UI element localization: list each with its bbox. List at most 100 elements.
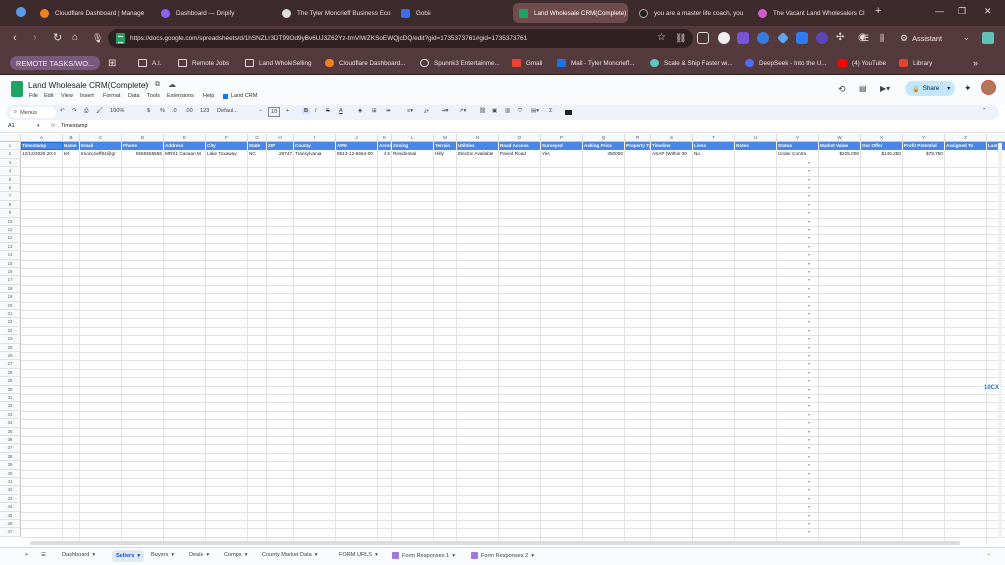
status-dropdown-icon[interactable]: ▾ (808, 513, 812, 518)
undo-icon[interactable]: ↶ (60, 108, 65, 114)
italic-button[interactable]: I (315, 108, 317, 114)
data-cell[interactable] (625, 150, 651, 159)
rotate-icon[interactable]: ↗▾ (459, 108, 467, 114)
column-header[interactable]: A (21, 134, 63, 142)
gemini-icon[interactable]: ✦ (964, 83, 972, 94)
data-cell[interactable]: Lake Toxaway (206, 150, 248, 159)
font-size-increase[interactable]: + (286, 108, 289, 114)
status-dropdown-icon[interactable]: ▾ (808, 361, 812, 366)
data-cell[interactable]: Residential (392, 150, 434, 159)
history-icon[interactable]: ⟲ (838, 84, 846, 95)
data-cell[interactable] (987, 150, 1005, 158)
column-header[interactable]: Q (583, 134, 625, 142)
header-cell[interactable]: Name (63, 142, 80, 151)
column-header[interactable]: L (392, 134, 434, 142)
column-header[interactable]: K (378, 134, 392, 142)
column-header[interactable]: H (267, 134, 294, 142)
status-dropdown-icon[interactable]: ▾ (808, 521, 812, 526)
status-dropdown-icon[interactable]: ▾ (808, 504, 812, 509)
name-box[interactable]: A1 (8, 123, 15, 129)
status-dropdown-icon[interactable]: ▾ (808, 403, 812, 408)
filter-views-icon[interactable]: ▤▾ (531, 108, 539, 114)
chevron-down-icon[interactable]: ⌄ (963, 32, 970, 44)
data-cell[interactable]: tet (63, 150, 80, 159)
link-icon[interactable]: ⛓ (479, 108, 486, 114)
status-dropdown-icon[interactable]: ▾ (808, 353, 812, 358)
status-dropdown-icon[interactable]: ▾ (808, 462, 812, 467)
sheet-tab[interactable]: Deals ▾ (189, 552, 209, 558)
side-badge[interactable]: 10CX (983, 384, 1001, 392)
paint-format-icon[interactable]: 🖌 (96, 108, 103, 114)
assistant-button[interactable]: ⚙ Assistant (900, 33, 942, 44)
status-dropdown-icon[interactable]: ▾ (808, 429, 812, 434)
extension-icon[interactable] (697, 32, 709, 44)
meet-icon[interactable]: ▶▾ (880, 84, 890, 93)
row-number[interactable]: 20 (0, 301, 21, 310)
reload-icon[interactable]: ↻ (53, 32, 62, 44)
browser-menu-icon[interactable] (16, 7, 26, 17)
align-icon[interactable]: ≡▾ (407, 108, 413, 114)
column-header[interactable]: B (63, 134, 80, 142)
data-cell[interactable]: Yes (541, 150, 583, 159)
add-sheet-icon[interactable]: + (25, 552, 28, 558)
data-cell[interactable]: $78,750 (903, 150, 945, 159)
header-cell[interactable]: Surveyed (541, 142, 583, 151)
menu-insert[interactable]: Insert (80, 93, 94, 99)
column-header[interactable]: O (499, 134, 541, 142)
status-dropdown-icon[interactable]: ▾ (808, 277, 812, 282)
column-header[interactable]: S (651, 134, 693, 142)
column-header[interactable]: W (819, 134, 861, 142)
data-cell[interactable]: Transylvania (294, 150, 336, 159)
filter-icon[interactable]: ⛉ (518, 108, 522, 115)
header-cell[interactable]: ZIP (267, 142, 294, 151)
column-header[interactable]: Z (945, 134, 987, 142)
extension-icon[interactable] (796, 32, 808, 44)
font-size-decrease[interactable]: − (259, 108, 262, 114)
font-select[interactable]: Defaul... (217, 108, 238, 114)
column-header[interactable]: N (457, 134, 499, 142)
status-dropdown-icon[interactable]: ▾ (808, 294, 812, 299)
column-header[interactable]: Y (903, 134, 945, 142)
comment-icon[interactable]: ▣ (492, 108, 497, 114)
column-header[interactable]: X (861, 134, 903, 142)
menu-file[interactable]: File (29, 93, 38, 99)
row-number[interactable]: 35 (0, 427, 21, 436)
column-header[interactable]: C (80, 134, 122, 142)
status-dropdown-icon[interactable]: ▾ (808, 496, 812, 501)
column-header[interactable]: U (735, 134, 777, 142)
close-window-icon[interactable]: ✕ (984, 6, 992, 17)
sheet-tab[interactable]: Dashboard ▾ (62, 552, 95, 558)
row-number[interactable]: 36 (0, 436, 21, 445)
column-header[interactable]: D (122, 134, 164, 142)
status-dropdown-icon[interactable]: ▾ (808, 177, 812, 182)
column-header[interactable]: F (206, 134, 248, 142)
row-number[interactable]: 1 (0, 142, 21, 151)
zoom-select[interactable]: 100% (110, 108, 124, 114)
tab-business-eco[interactable]: The Tyler Moncrieff Business Eco (276, 3, 394, 23)
header-cell[interactable]: Liens (693, 142, 735, 151)
sheet-tab[interactable]: Sellers ▾ (112, 550, 145, 562)
bookmark-cloudflare[interactable]: Cloudflare Dashboard... (325, 56, 406, 70)
close-icon[interactable]: ✕ (626, 9, 628, 17)
header-cell[interactable]: Phone (122, 142, 164, 151)
column-header[interactable] (987, 134, 1005, 142)
row-number[interactable]: 21 (0, 310, 21, 319)
menu-land-crm[interactable]: Land CRM (223, 93, 257, 99)
status-dropdown-icon[interactable]: ▾ (808, 479, 812, 484)
new-tab-button[interactable]: + (875, 5, 881, 17)
increase-decimal-button[interactable]: .00 (185, 108, 193, 114)
header-cell[interactable]: Asking Price (583, 142, 625, 151)
row-number[interactable]: 7 (0, 192, 21, 201)
status-dropdown-icon[interactable]: ▾ (808, 412, 812, 417)
header-cell[interactable]: APN (336, 142, 378, 151)
comments-icon[interactable]: ▤ (859, 84, 867, 93)
status-dropdown-icon[interactable]: ▾ (808, 202, 812, 207)
header-cell[interactable]: Email (80, 142, 122, 151)
tab-vacant-land[interactable]: The Vacant Land Wholesalers Cl (752, 3, 870, 23)
sheet-tab[interactable]: Comps ▾ (224, 552, 248, 558)
borders-icon[interactable]: ⊞ (372, 108, 377, 114)
sheet-tab[interactable]: FORM URLS ▾ (339, 552, 378, 558)
header-cell[interactable]: Address (164, 142, 206, 151)
collapse-side-icon[interactable]: ‹ (988, 552, 990, 558)
bookmark-library[interactable]: Library (899, 56, 932, 70)
